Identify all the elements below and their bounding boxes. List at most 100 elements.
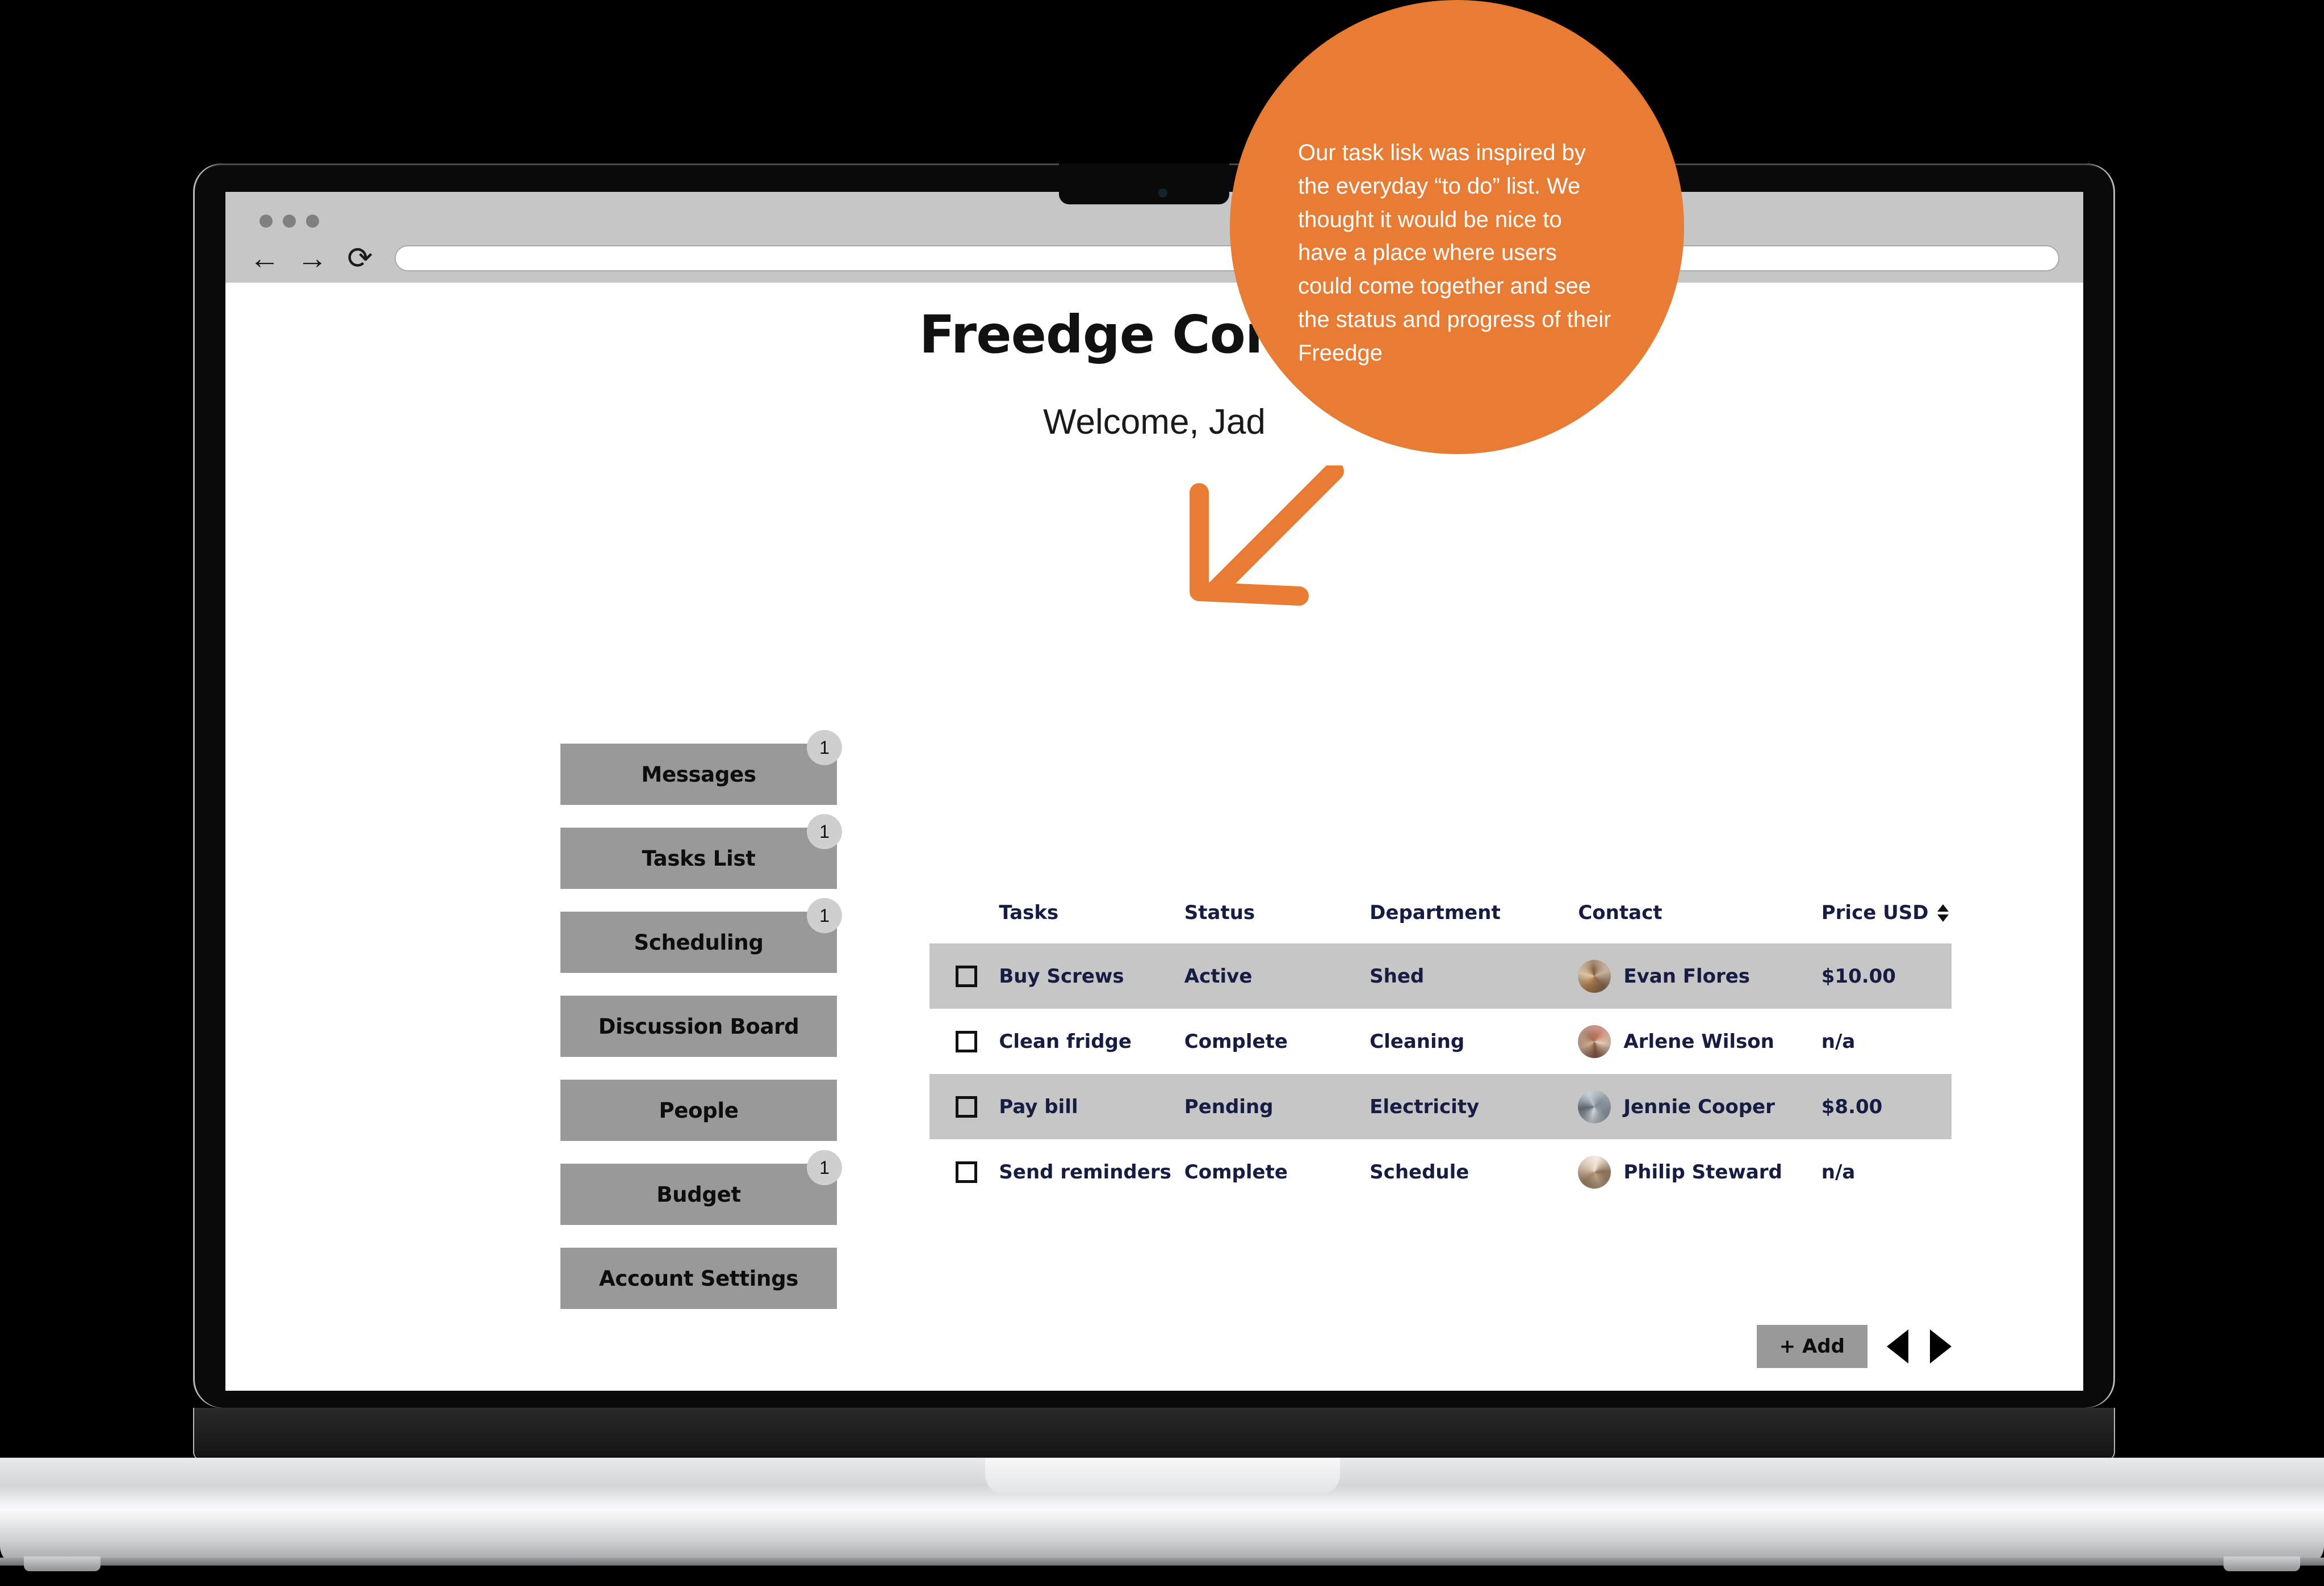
sidebar-item-label[interactable]: Scheduling <box>560 912 837 973</box>
laptop-base-notch <box>985 1458 1340 1494</box>
back-icon[interactable]: ← <box>245 238 284 278</box>
table-row[interactable]: Pay bill Pending Electricity Jennie Coop… <box>929 1074 1952 1139</box>
cell-department: Schedule <box>1370 1160 1469 1184</box>
sidebar-item-label[interactable]: People <box>560 1080 837 1141</box>
cell-price: n/a <box>1821 1030 1856 1053</box>
screenshot-stage: ← → ⟳ Freedge Commu Welcome, Jad Message… <box>0 0 2324 1586</box>
cell-contact: Evan Flores <box>1578 943 1821 1009</box>
sidebar-item-discussion-board[interactable]: Discussion Board <box>560 996 837 1057</box>
laptop-foot-right <box>2223 1556 2300 1571</box>
window-controls[interactable] <box>259 215 319 228</box>
row-checkbox[interactable] <box>956 1096 977 1118</box>
arrow-down-left-icon <box>1190 465 1344 606</box>
browser-chrome: ← → ⟳ <box>225 192 2083 283</box>
sidebar-item-label[interactable]: Tasks List <box>560 828 837 889</box>
cell-contact: Philip Steward <box>1578 1139 1821 1205</box>
page-title: Freedge Commu <box>919 304 1390 365</box>
reload-icon[interactable]: ⟳ <box>340 238 380 278</box>
sidebar-item-budget[interactable]: Budget 1 <box>560 1150 842 1225</box>
contact-name: Evan Flores <box>1623 964 1751 988</box>
window-dot-maximize-icon[interactable] <box>306 215 319 228</box>
tasks-table-container: Tasks Status Department Contact Price US… <box>929 901 1952 1205</box>
column-header-status[interactable]: Status <box>1184 901 1370 943</box>
triangle-left-icon[interactable] <box>1887 1329 1908 1363</box>
contact-name: Arlene Wilson <box>1623 1030 1774 1053</box>
laptop-hinge <box>193 1408 2115 1460</box>
cell-price: $8.00 <box>1821 1074 1952 1139</box>
laptop-screen: ← → ⟳ Freedge Commu Welcome, Jad Message… <box>225 192 2083 1391</box>
cell-status: Pending <box>1184 1074 1370 1139</box>
table-row[interactable]: Buy Screws Active Shed Evan Flores $10.0… <box>929 943 1952 1009</box>
cell-contact: Jennie Cooper <box>1578 1074 1821 1139</box>
row-checkbox-cell[interactable] <box>929 1074 999 1139</box>
avatar <box>1578 1025 1611 1058</box>
row-checkbox-cell[interactable] <box>929 1009 999 1074</box>
column-header-select <box>929 901 999 943</box>
cell-status: Complete <box>1184 1160 1288 1184</box>
sidebar-badge: 1 <box>807 814 842 849</box>
column-header-tasks[interactable]: Tasks <box>999 901 1184 943</box>
welcome-text: Welcome, Jad <box>1043 402 1266 442</box>
table-row[interactable]: Clean fridge Complete Cleaning Arlene Wi… <box>929 1009 1952 1074</box>
window-dot-close-icon[interactable] <box>259 215 273 228</box>
row-checkbox[interactable] <box>956 1161 977 1183</box>
avatar <box>1578 959 1611 993</box>
cell-status: Active <box>1184 943 1370 1009</box>
sidebar-item-messages[interactable]: Messages 1 <box>560 730 842 805</box>
browser-navbar: ← → ⟳ <box>225 234 2083 283</box>
cell-contact: Arlene Wilson <box>1578 1009 1821 1074</box>
window-dot-minimize-icon[interactable] <box>283 215 296 228</box>
sidebar-badge: 1 <box>807 730 842 765</box>
sidebar-badge: 1 <box>807 898 842 933</box>
pagination <box>1887 1329 1952 1363</box>
laptop-notch <box>1059 163 1229 204</box>
add-task-button[interactable]: + Add <box>1756 1325 1867 1368</box>
cell-task: Buy Screws <box>999 943 1184 1009</box>
address-bar-input[interactable] <box>395 245 2059 271</box>
laptop-foot-left <box>24 1556 101 1571</box>
row-checkbox-cell[interactable] <box>929 943 999 1009</box>
row-checkbox[interactable] <box>956 1030 977 1052</box>
column-header-price[interactable]: Price USD <box>1821 901 1952 943</box>
callout-text: Our task lisk was inspired by the everyd… <box>1298 140 1611 366</box>
cell-task: Send reminders <box>999 1160 1171 1184</box>
cell-department: Cleaning <box>1370 1030 1465 1053</box>
sidebar-nav: Messages 1 Tasks List 1 Scheduling 1 Dis… <box>560 730 842 1332</box>
triangle-right-icon[interactable] <box>1930 1329 1952 1363</box>
callout-bubble: Our task lisk was inspired by the everyd… <box>1230 0 1684 454</box>
table-row[interactable]: Send reminders Complete Schedule Philip … <box>929 1139 1952 1205</box>
sidebar-item-scheduling[interactable]: Scheduling 1 <box>560 898 842 973</box>
sidebar-item-label[interactable]: Account Settings <box>560 1248 837 1309</box>
column-header-price-label: Price USD <box>1821 901 1929 924</box>
webcam-icon <box>1158 188 1167 198</box>
cell-price: $10.00 <box>1821 943 1952 1009</box>
sidebar-item-account-settings[interactable]: Account Settings <box>560 1248 837 1309</box>
contact-name: Philip Steward <box>1623 1160 1782 1184</box>
sidebar-item-label[interactable]: Messages <box>560 744 837 805</box>
row-checkbox[interactable] <box>956 965 977 987</box>
cell-task: Pay bill <box>999 1074 1184 1139</box>
cell-department: Electricity <box>1370 1074 1578 1139</box>
table-body: Buy Screws Active Shed Evan Flores $10.0… <box>929 943 1952 1205</box>
sidebar-item-label[interactable]: Budget <box>560 1164 837 1225</box>
avatar <box>1578 1090 1611 1123</box>
cell-department: Shed <box>1370 943 1578 1009</box>
tasks-table: Tasks Status Department Contact Price US… <box>929 901 1952 1205</box>
cell-status: Complete <box>1184 1030 1288 1053</box>
column-header-department[interactable]: Department <box>1370 901 1578 943</box>
forward-icon[interactable]: → <box>292 238 332 278</box>
sidebar-item-label[interactable]: Discussion Board <box>560 996 837 1057</box>
cell-task: Clean fridge <box>999 1030 1132 1053</box>
sort-updown-icon[interactable] <box>1937 904 1949 922</box>
sidebar-item-tasks-list[interactable]: Tasks List 1 <box>560 814 842 889</box>
cell-price: n/a <box>1821 1160 1856 1184</box>
contact-name: Jennie Cooper <box>1623 1095 1775 1118</box>
table-footer-controls: + Add <box>929 1325 1952 1368</box>
avatar <box>1578 1155 1611 1189</box>
page-body: Freedge Commu Welcome, Jad Messages 1 Ta… <box>225 283 2083 1391</box>
sidebar-item-people[interactable]: People <box>560 1080 837 1141</box>
table-header-row: Tasks Status Department Contact Price US… <box>929 901 1952 943</box>
row-checkbox-cell[interactable] <box>929 1139 999 1205</box>
column-header-contact[interactable]: Contact <box>1578 901 1821 943</box>
table-head: Tasks Status Department Contact Price US… <box>929 901 1952 943</box>
